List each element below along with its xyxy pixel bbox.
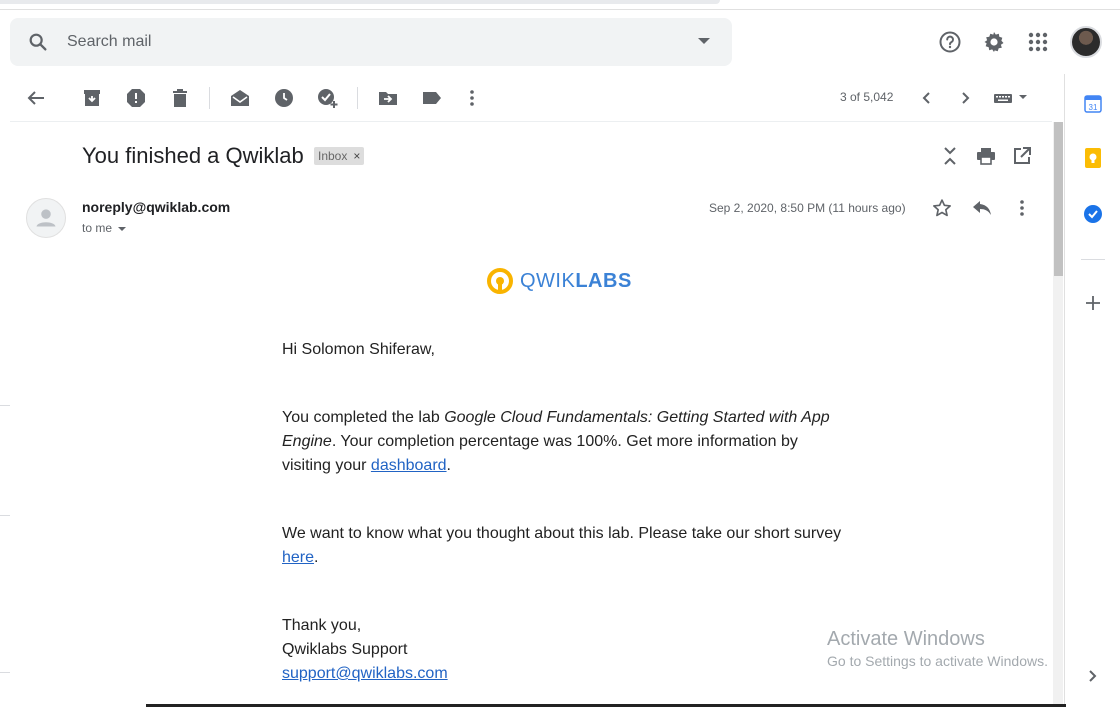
inbox-label-text: Inbox <box>318 149 348 163</box>
delete-icon[interactable] <box>168 86 192 110</box>
archive-icon[interactable] <box>80 86 104 110</box>
browser-top-strip <box>0 0 1120 10</box>
watermark-subtitle: Go to Settings to activate Windows. <box>827 653 1048 669</box>
logo-text-labs: LABS <box>575 269 632 292</box>
snooze-clock-icon[interactable] <box>272 86 296 110</box>
search-bar[interactable]: Search mail <box>10 18 732 66</box>
apps-grid-icon[interactable] <box>1022 26 1054 58</box>
support-email-link[interactable]: support@qwiklabs.com <box>282 665 448 682</box>
gear-icon[interactable] <box>978 26 1010 58</box>
open-new-window-icon[interactable] <box>1010 144 1034 168</box>
completion-paragraph: You completed the lab Google Cloud Funda… <box>282 409 830 474</box>
toolbar-divider <box>10 121 1052 122</box>
recipient-details[interactable]: to me <box>82 221 127 235</box>
print-icon[interactable] <box>974 144 998 168</box>
report-spam-icon[interactable] <box>124 86 148 110</box>
signature: Qwiklabs Support <box>282 641 408 658</box>
star-icon[interactable] <box>930 196 954 220</box>
tasks-icon[interactable] <box>1081 202 1105 226</box>
add-addon-plus-icon[interactable] <box>1081 291 1105 315</box>
search-icon[interactable] <box>26 30 50 54</box>
keep-icon[interactable] <box>1081 146 1105 170</box>
collapse-all-icon[interactable] <box>938 144 962 168</box>
remove-label-button[interactable]: × <box>353 147 360 165</box>
label-tag-icon[interactable] <box>420 86 444 110</box>
keyboard-input-icon[interactable] <box>990 86 1030 110</box>
survey-paragraph: We want to know what you thought about t… <box>282 525 842 566</box>
add-to-tasks-icon[interactable] <box>316 86 340 110</box>
email-body: Hi Solomon Shiferaw, You completed the l… <box>282 338 842 686</box>
chevron-left-icon[interactable] <box>914 86 938 110</box>
calendar-day: 31 <box>1089 103 1098 112</box>
reply-icon[interactable] <box>970 196 994 220</box>
sender-email[interactable]: noreply@qwiklab.com <box>82 199 230 215</box>
account-avatar[interactable] <box>1070 26 1102 58</box>
inbox-label-chip: Inbox × <box>314 147 365 165</box>
recipient-text: to me <box>82 221 113 235</box>
watermark-title: Activate Windows <box>827 628 985 650</box>
scrollbar-thumb[interactable] <box>1054 122 1063 276</box>
expand-panel-chevron-icon[interactable] <box>1081 664 1105 688</box>
dashboard-link[interactable]: dashboard <box>371 457 447 474</box>
scrollbar[interactable] <box>1053 122 1063 707</box>
email-date: Sep 2, 2020, 8:50 PM (11 hours ago) <box>709 201 906 215</box>
mark-unread-icon[interactable] <box>228 86 252 110</box>
survey-link[interactable]: here <box>282 549 314 566</box>
pagination-count: 3 of 5,042 <box>840 90 894 104</box>
move-to-icon[interactable] <box>376 86 400 110</box>
closing: Thank you, <box>282 617 362 634</box>
more-vert-icon[interactable] <box>460 86 484 110</box>
message-more-vert-icon[interactable] <box>1010 196 1034 220</box>
caret-down-icon[interactable] <box>118 221 127 235</box>
search-input[interactable]: Search mail <box>67 33 151 51</box>
greeting: Hi Solomon Shiferaw, <box>282 341 435 358</box>
sender-avatar[interactable] <box>26 198 66 238</box>
qwiklabs-logo: QWIKLABS <box>486 267 632 295</box>
back-arrow-icon[interactable] <box>24 86 48 110</box>
help-icon[interactable] <box>934 26 966 58</box>
search-options-caret-icon[interactable] <box>692 30 716 54</box>
qwiklabs-logo-mark <box>487 268 513 294</box>
side-panel: 31 <box>1064 74 1120 707</box>
email-subject: You finished a Qwiklab <box>82 143 304 168</box>
logo-text-qwik: QWIK <box>520 269 576 292</box>
chevron-right-icon[interactable] <box>954 86 978 110</box>
windows-activation-watermark: Activate Windows Go to Settings to activ… <box>827 628 1048 669</box>
calendar-icon[interactable]: 31 <box>1081 92 1105 116</box>
